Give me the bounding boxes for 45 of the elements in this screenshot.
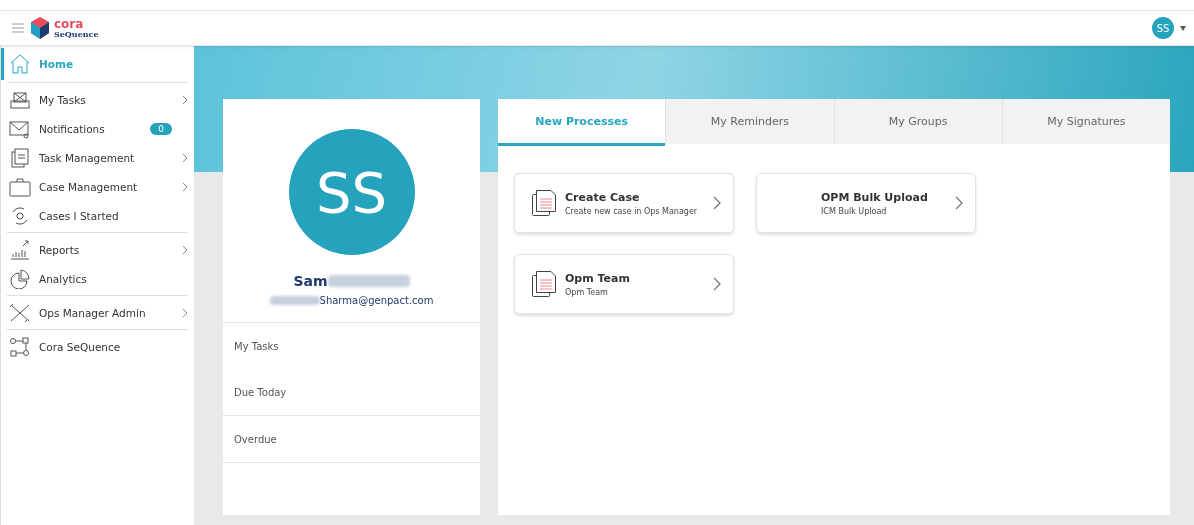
logo-name: cora [54,18,85,30]
sidebar-item[interactable]: Cases I Started [1,201,188,230]
process-title: Create Case [565,190,641,204]
caret-icon[interactable] [1180,25,1186,31]
tab[interactable]: My Reminders [665,99,834,144]
process-subtitle: Opm Team [565,287,609,297]
logo-subtitle: SeQuence [54,30,99,38]
mail-icon [9,118,31,139]
user-name: Sam [293,273,328,289]
sidebar-item[interactable]: Case Management [1,172,188,201]
process-card[interactable]: Opm Team Opm Team [514,254,734,314]
profile-avatar: SS [288,129,415,255]
sidebar-item[interactable]: Reports [1,235,188,264]
process-subtitle: Create new case in Ops Manager [565,206,699,216]
process-card[interactable]: OPM Bulk Upload ICM Bulk Upload [756,173,976,233]
tools-icon [9,302,31,323]
sidebar-item[interactable]: Cora SeQuence [1,332,188,361]
tab[interactable]: My Groups [833,99,1002,144]
logo-icon [31,17,49,39]
process-title: Opm Team [565,271,631,285]
stat-label[interactable]: My Tasks [234,340,279,352]
process-card[interactable]: Create Case Create new case in Ops Manager [514,173,734,233]
sidebar-item[interactable]: Task Management [1,143,188,172]
sidebar-item[interactable]: My Tasks [1,85,188,114]
sidebar-item[interactable]: Notifications 0 [1,114,188,143]
chevron-icon [713,196,721,210]
process-subtitle: ICM Bulk Upload [821,206,888,216]
chevron-icon [955,196,963,210]
redaction-mark [269,296,320,305]
user-email: Sharma@genpact.com [319,295,434,306]
flow-icon [9,336,31,357]
chevron-icon [713,277,721,291]
stat-label[interactable]: Due Today [234,386,287,398]
count-badge: 0 [150,122,172,135]
process-title: OPM Bulk Upload [821,190,929,204]
stat-label[interactable]: Overdue [234,433,277,445]
doc-icon [9,147,31,168]
tab[interactable]: My Signatures [1001,99,1170,144]
sidebar-item[interactable]: Analytics [1,264,188,293]
home-icon [9,54,31,74]
tasks-icon [9,89,31,110]
chart-icon [9,239,31,260]
sidebar-item[interactable]: Ops Manager Admin [1,298,188,327]
pie-icon [9,268,31,289]
case-icon [9,176,31,197]
